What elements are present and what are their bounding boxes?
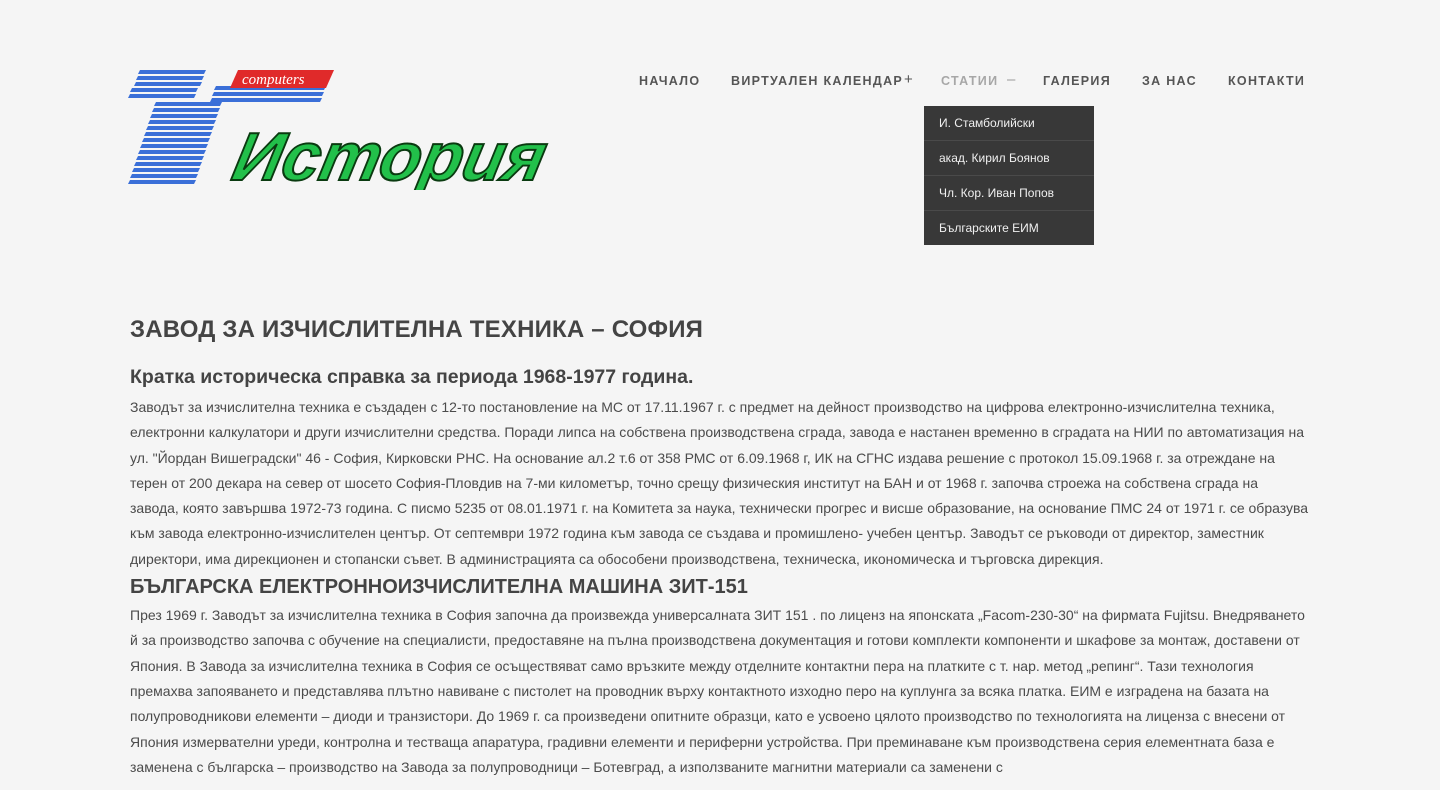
nav-articles[interactable]: СТАТИИ (941, 74, 998, 88)
nav-virtual-calendar[interactable]: ВИРТУАЛЕН КАЛЕНДАР (731, 74, 903, 88)
nav-about[interactable]: ЗА НАС (1142, 74, 1197, 88)
article-content: ЗАВОД ЗА ИЗЧИСЛИТЕЛНА ТЕХНИКА – СОФИЯ Кр… (130, 316, 1310, 780)
dropdown-item-bulgarian-computers[interactable]: Българските ЕИМ (924, 211, 1094, 245)
nav-home[interactable]: НАЧАЛО (639, 74, 700, 88)
nav-collapse-minus-icon[interactable]: – (1007, 71, 1015, 88)
main-nav: НАЧАЛО ВИРТУАЛЕН КАЛЕНДАР + СТАТИИ – ГАЛ… (0, 71, 1440, 94)
nav-gallery[interactable]: ГАЛЕРИЯ (1043, 74, 1111, 88)
article-paragraph-2: През 1969 г. Заводът за изчислителна тех… (130, 607, 1305, 775)
nav-expand-plus-icon[interactable]: + (904, 71, 913, 88)
articles-dropdown-menu: И. Стамболийски акад. Кирил Боянов Чл. К… (924, 106, 1094, 245)
logo-main-text: История (227, 119, 554, 190)
dropdown-item-boyanov[interactable]: акад. Кирил Боянов (924, 141, 1094, 176)
nav-contacts[interactable]: КОНТАКТИ (1228, 74, 1305, 88)
section-heading: БЪЛГАРСКА ЕЛЕКТРОННОИЗЧИСЛИТЕЛНА МАШИНА … (130, 576, 748, 599)
article-subtitle: Кратка историческа справка за периода 19… (130, 366, 694, 388)
dropdown-item-stamboliyski[interactable]: И. Стамболийски (924, 106, 1094, 141)
article-paragraph-1: Заводът за изчислителна техника е създад… (130, 399, 1309, 567)
dropdown-item-popov[interactable]: Чл. Кор. Иван Попов (924, 176, 1094, 211)
page-title: ЗАВОД ЗА ИЗЧИСЛИТЕЛНА ТЕХНИКА – СОФИЯ (130, 316, 704, 343)
